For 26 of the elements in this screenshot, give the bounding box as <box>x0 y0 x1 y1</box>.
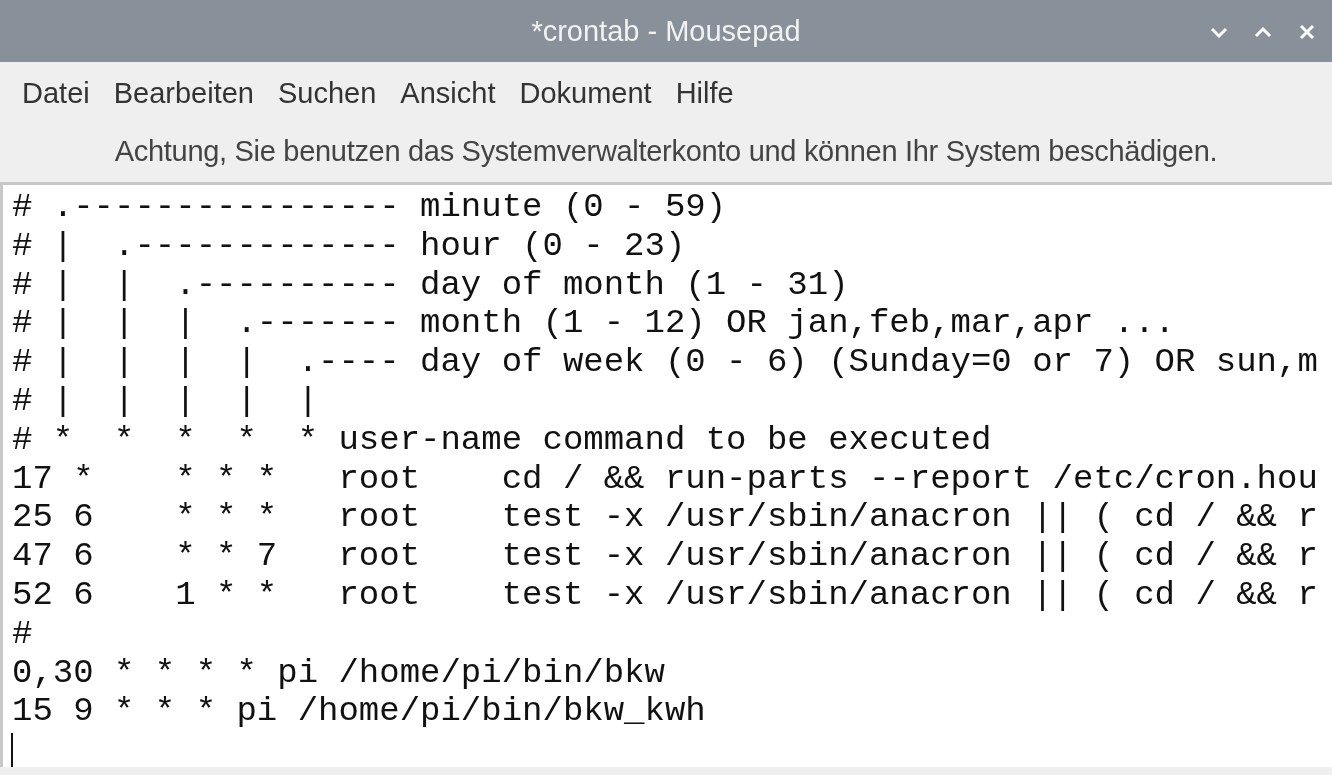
chevron-up-icon <box>1254 26 1272 38</box>
menu-item[interactable]: Bearbeiten <box>101 76 266 110</box>
code-line: 15 9 * * * pi /home/pi/bin/bkw_kwh <box>12 692 707 732</box>
menu-item[interactable]: Datei <box>10 76 102 110</box>
menu-item[interactable]: Ansicht <box>388 76 508 110</box>
code-line: 25 6 * * * root test -x /usr/sbin/anacron || ( cd / && r <box>12 498 1319 538</box>
menu-item[interactable]: Dokument <box>507 76 664 110</box>
code-line: 0,30 * * * * pi /home/pi/bin/bkw <box>12 653 666 693</box>
code-line: 17 * * * * root cd / && run-parts --report /etc/cron.hou <box>12 459 1319 499</box>
code-line: # .---------------- minute (0 - 59) <box>12 188 728 227</box>
code-line: # | | | | | <box>12 382 320 421</box>
close-icon <box>1298 23 1316 41</box>
warning-message: Achtung, Sie benutzen das Systemverwalterkonto und können Ihr System beschädigen. <box>114 135 1218 167</box>
code-line: # * * * * * user-name command to be executed <box>12 420 993 460</box>
text-cursor <box>11 733 13 767</box>
menu-item[interactable]: Hilfe <box>663 76 746 110</box>
code-line: 47 6 * * 7 root test -x /usr/sbin/anacron || ( cd / && r <box>12 537 1319 576</box>
code-line: # | .------------- hour (0 - 23) <box>12 226 687 266</box>
code-line: # <box>12 614 34 654</box>
code-line: # | | | .------- month (1 - 12) OR jan,feb,mar,apr ... <box>12 304 1176 344</box>
menu-item[interactable]: Suchen <box>266 76 389 110</box>
code-line: # | | | | .---- day of week (0 - 6) (Sunday=0 or 7) OR sun,m <box>12 343 1319 382</box>
window-title: *crontab - Mousepad <box>531 14 801 48</box>
code-line: # | | .---------- day of month (1 - 31) <box>12 265 850 305</box>
code-line: 52 6 1 * * root test -x /usr/sbin/anacron || ( cd / && r <box>12 575 1319 615</box>
chevron-down-icon <box>1210 26 1228 38</box>
